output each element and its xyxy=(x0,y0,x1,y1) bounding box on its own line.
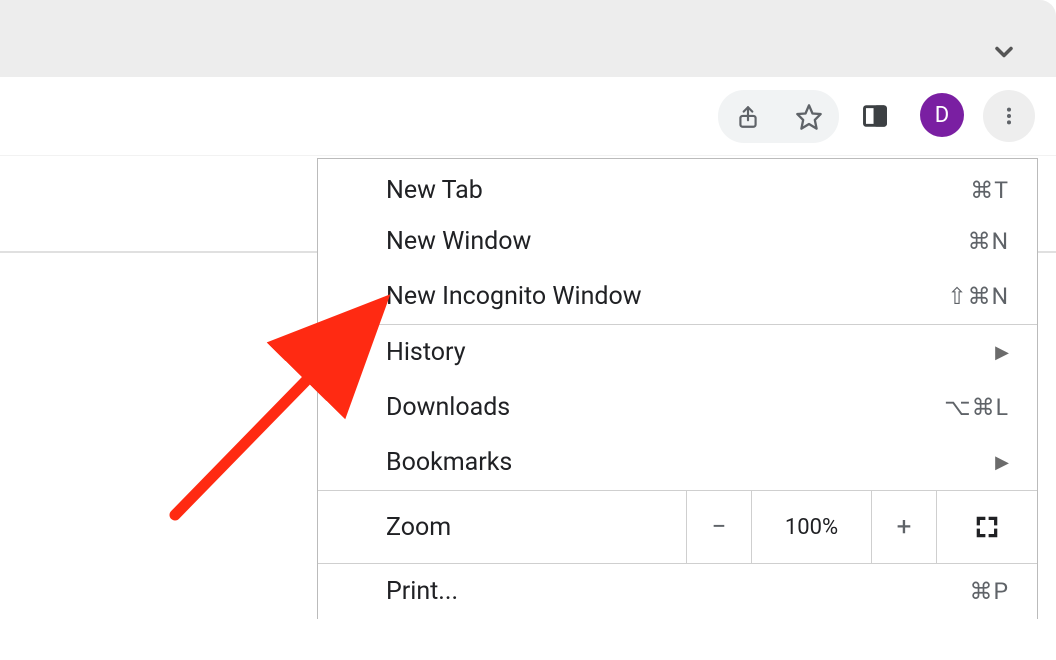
dropdown-icon[interactable] xyxy=(990,38,1018,70)
share-icon[interactable] xyxy=(727,96,769,138)
menu-label: New Incognito Window xyxy=(386,282,642,311)
submenu-caret-icon: ▶ xyxy=(995,452,1009,473)
menu-label: Downloads xyxy=(386,393,510,422)
tab-strip xyxy=(0,0,1056,77)
menu-item-new-window[interactable]: New Window ⌘N xyxy=(318,214,1037,269)
bookmark-star-icon[interactable] xyxy=(788,96,830,138)
submenu-caret-icon: ▶ xyxy=(995,342,1009,363)
menu-item-new-tab[interactable]: New Tab ⌘T xyxy=(318,159,1037,214)
profile-avatar[interactable]: D xyxy=(920,93,964,137)
menu-label: Zoom xyxy=(386,513,451,542)
menu-label: New Tab xyxy=(386,176,483,205)
menu-item-history[interactable]: History ▶ xyxy=(318,325,1037,380)
menu-shortcut: ⇧⌘N xyxy=(947,283,1009,310)
side-panel-icon[interactable] xyxy=(852,93,898,139)
browser-toolbar: D xyxy=(0,77,1056,156)
chrome-menu-button[interactable] xyxy=(983,90,1035,142)
fullscreen-icon xyxy=(974,514,1000,540)
menu-shortcut: ⌘T xyxy=(970,177,1009,204)
menu-label: Bookmarks xyxy=(386,448,512,477)
fullscreen-button[interactable] xyxy=(937,491,1037,563)
menu-shortcut: ⌘P xyxy=(969,578,1009,605)
menu-item-bookmarks[interactable]: Bookmarks ▶ xyxy=(318,435,1037,490)
zoom-out-button[interactable]: − xyxy=(687,491,752,563)
menu-shortcut: ⌥⌘L xyxy=(944,394,1009,421)
menu-label: Print... xyxy=(386,577,458,606)
menu-item-downloads[interactable]: Downloads ⌥⌘L xyxy=(318,380,1037,435)
menu-item-new-incognito[interactable]: New Incognito Window ⇧⌘N xyxy=(318,269,1037,324)
zoom-label: Zoom xyxy=(318,491,687,563)
avatar-letter: D xyxy=(935,103,949,128)
menu-shortcut: ⌘N xyxy=(968,228,1009,255)
zoom-value: 100% xyxy=(752,491,872,563)
menu-label: History xyxy=(386,338,466,367)
omnibox-actions xyxy=(718,90,839,143)
chrome-menu: New Tab ⌘T New Window ⌘N New Incognito W… xyxy=(317,158,1038,619)
zoom-in-button[interactable]: + xyxy=(872,491,937,563)
menu-item-zoom: Zoom − 100% + xyxy=(318,491,1037,564)
menu-item-print[interactable]: Print... ⌘P xyxy=(318,564,1037,619)
menu-label: New Window xyxy=(386,227,531,256)
